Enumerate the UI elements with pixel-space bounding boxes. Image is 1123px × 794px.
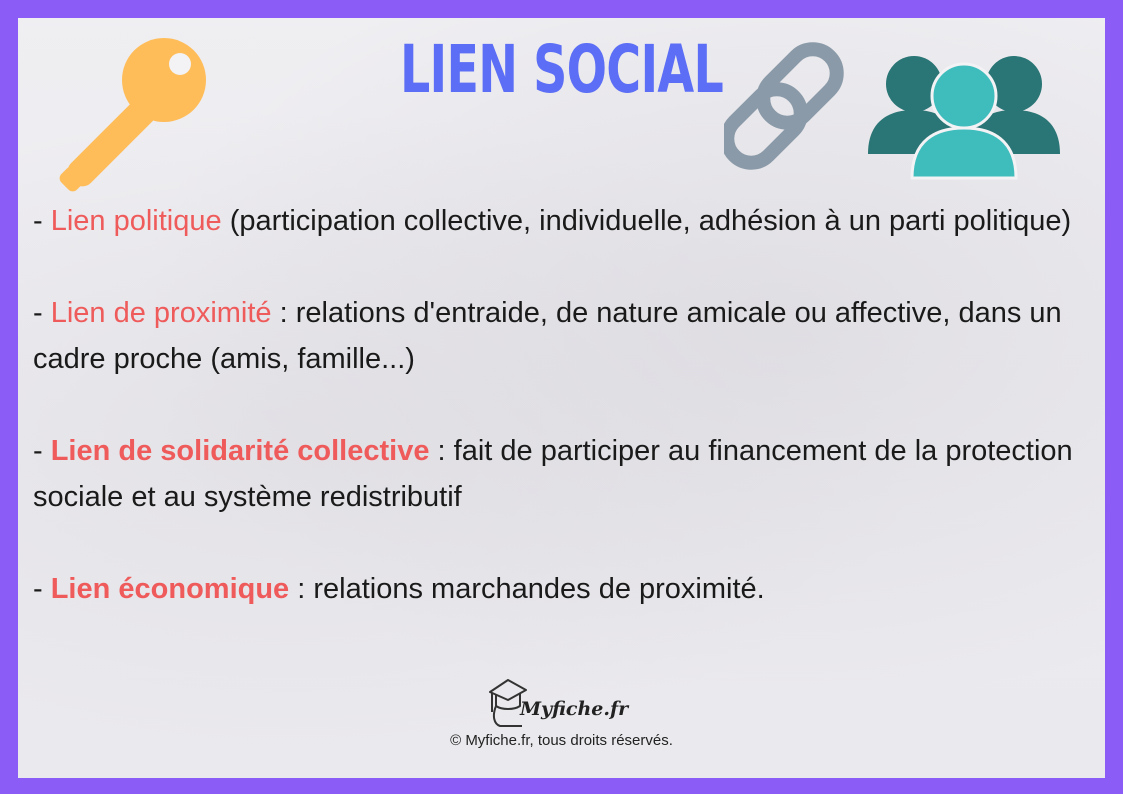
item-dash: -	[33, 435, 51, 467]
term-label: Lien de solidarité collective	[50, 435, 430, 467]
list-item: - Lien de solidarité collective : fait d…	[33, 428, 1095, 520]
people-group-icon	[868, 56, 1060, 180]
page-frame: LIEN SOCIAL - Lien politique (participat…	[18, 18, 1105, 778]
item-dash: -	[33, 297, 51, 329]
item-description: (participation collective, individuelle,…	[221, 205, 1072, 237]
item-description: : relations marchandes de proximité.	[289, 573, 765, 605]
item-dash: -	[33, 573, 51, 605]
chain-link-icon	[724, 42, 844, 170]
item-dash: -	[33, 205, 51, 237]
definitions-list: - Lien politique (participation collecti…	[33, 198, 1095, 658]
term-label: Lien politique	[50, 205, 222, 237]
term-label: Lien économique	[50, 573, 290, 605]
list-item: - Lien politique (participation collecti…	[33, 198, 1095, 244]
term-label: Lien de proximité	[50, 297, 272, 329]
copyright-text: © Myfiche.fr, tous droits réservés.	[450, 732, 673, 749]
list-item: - Lien de proximité : relations d'entrai…	[33, 290, 1095, 382]
logo-text: Myfiche.fr	[520, 698, 629, 720]
myfiche-logo: Myfiche.fr	[486, 676, 636, 736]
list-item: - Lien économique : relations marchandes…	[33, 566, 1095, 612]
